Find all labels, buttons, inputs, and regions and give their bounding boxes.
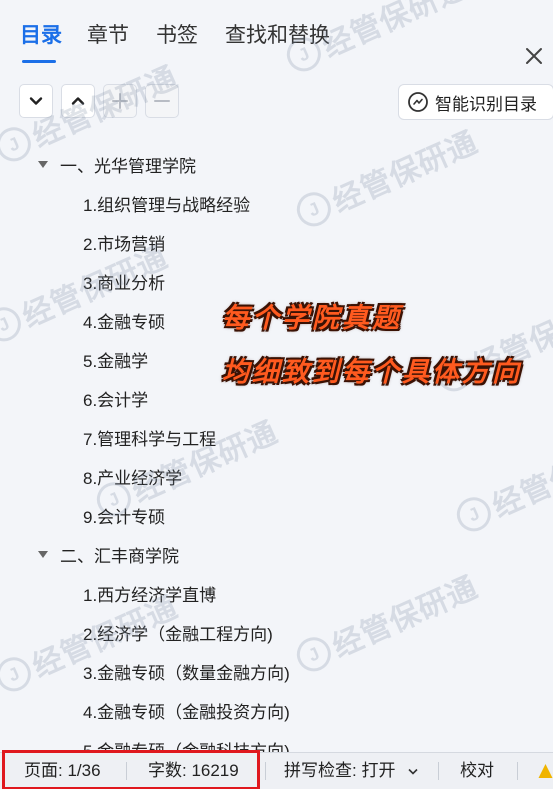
tab-bar: 目录 章节 书签 查找和替换	[0, 18, 553, 64]
toc-item-label: 4.金融专硕（金融投资方向)	[83, 703, 290, 722]
close-icon[interactable]	[522, 44, 546, 68]
toc-item-label: 2.经济学（金融工程方向)	[83, 625, 273, 644]
chevron-down-icon	[29, 97, 43, 105]
status-divider	[517, 762, 518, 780]
word-count[interactable]: 字数: 16219	[148, 753, 239, 789]
status-bar: 页面: 1/36 字数: 16219 拼写检查: 打开 校对	[0, 752, 553, 789]
toc-item-label: 8.产业经济学	[83, 469, 183, 488]
add-entry-button[interactable]	[103, 84, 137, 118]
remove-entry-button[interactable]	[145, 84, 179, 118]
smart-recognize-label: 智能识别目录	[435, 94, 537, 114]
status-divider	[126, 762, 127, 780]
plus-icon	[112, 93, 128, 109]
tab-chapters[interactable]: 章节	[87, 18, 129, 54]
smart-recognize-icon	[408, 92, 428, 112]
toc-item-label: 6.会计学	[83, 391, 149, 410]
toc-item-label: 1.组织管理与战略经验	[83, 196, 251, 215]
toc-item-label: 4.金融专硕	[83, 313, 166, 332]
toc-item[interactable]: 3.金融专硕（数量金融方向)	[0, 652, 553, 691]
tab-find-replace[interactable]: 查找和替换	[225, 18, 330, 54]
toc-item[interactable]: 1.西方经济学直博	[0, 574, 553, 613]
toc-item-label: 2.市场营销	[83, 235, 166, 254]
collapse-all-button[interactable]	[61, 84, 95, 118]
promo-line-1: 每个学院真题	[222, 303, 402, 333]
active-tab-indicator	[22, 60, 56, 63]
status-divider	[438, 762, 439, 780]
chevron-down-icon	[408, 768, 418, 775]
toc-panel: 目录 章节 书签 查找和替换 智能识别目录 一、光华管理学院 1.组织管理与战略…	[0, 0, 553, 755]
toc-item[interactable]: 2.市场营销	[0, 223, 553, 262]
toc-item-label: 7.管理科学与工程	[83, 430, 217, 449]
toc-item-label: 3.金融专硕（数量金融方向)	[83, 664, 290, 683]
page-count[interactable]: 页面: 1/36	[24, 753, 101, 789]
toc-item[interactable]: 7.管理科学与工程	[0, 418, 553, 457]
caret-down-icon[interactable]	[37, 160, 49, 170]
toc-tree: 一、光华管理学院 1.组织管理与战略经验 2.市场营销 3.商业分析 4.金融专…	[0, 145, 553, 755]
toc-item-label: 3.商业分析	[83, 274, 166, 293]
toc-group-title: 一、光华管理学院	[60, 157, 196, 176]
chevron-up-icon	[71, 97, 85, 105]
toc-item-label: 5.金融学	[83, 352, 149, 371]
toc-group-title: 二、汇丰商学院	[60, 547, 179, 566]
tab-toc[interactable]: 目录	[20, 18, 62, 54]
expand-all-button[interactable]	[19, 84, 53, 118]
toc-item-label: 1.西方经济学直博	[83, 586, 217, 605]
warning-icon[interactable]	[538, 763, 553, 779]
caret-down-icon[interactable]	[37, 550, 49, 560]
spell-check-toggle[interactable]: 拼写检查: 打开	[284, 753, 418, 789]
proofread-button[interactable]: 校对	[460, 753, 494, 789]
toc-item-label: 9.会计专硕	[83, 508, 166, 527]
promo-line-2: 均细致到每个具体方向	[222, 357, 522, 387]
minus-icon	[154, 100, 170, 102]
status-divider	[265, 762, 266, 780]
toc-item[interactable]: 1.组织管理与战略经验	[0, 184, 553, 223]
spell-check-label: 拼写检查: 打开	[284, 761, 396, 780]
smart-recognize-toc-button[interactable]: 智能识别目录	[398, 84, 553, 120]
toc-item[interactable]: 8.产业经济学	[0, 457, 553, 496]
toc-item[interactable]: 2.经济学（金融工程方向)	[0, 613, 553, 652]
toc-item[interactable]: 4.金融专硕（金融投资方向)	[0, 691, 553, 730]
toc-group-2[interactable]: 二、汇丰商学院	[0, 535, 553, 574]
toc-item[interactable]: 9.会计专硕	[0, 496, 553, 535]
toc-group-1[interactable]: 一、光华管理学院	[0, 145, 553, 184]
tab-bookmarks[interactable]: 书签	[156, 18, 198, 54]
